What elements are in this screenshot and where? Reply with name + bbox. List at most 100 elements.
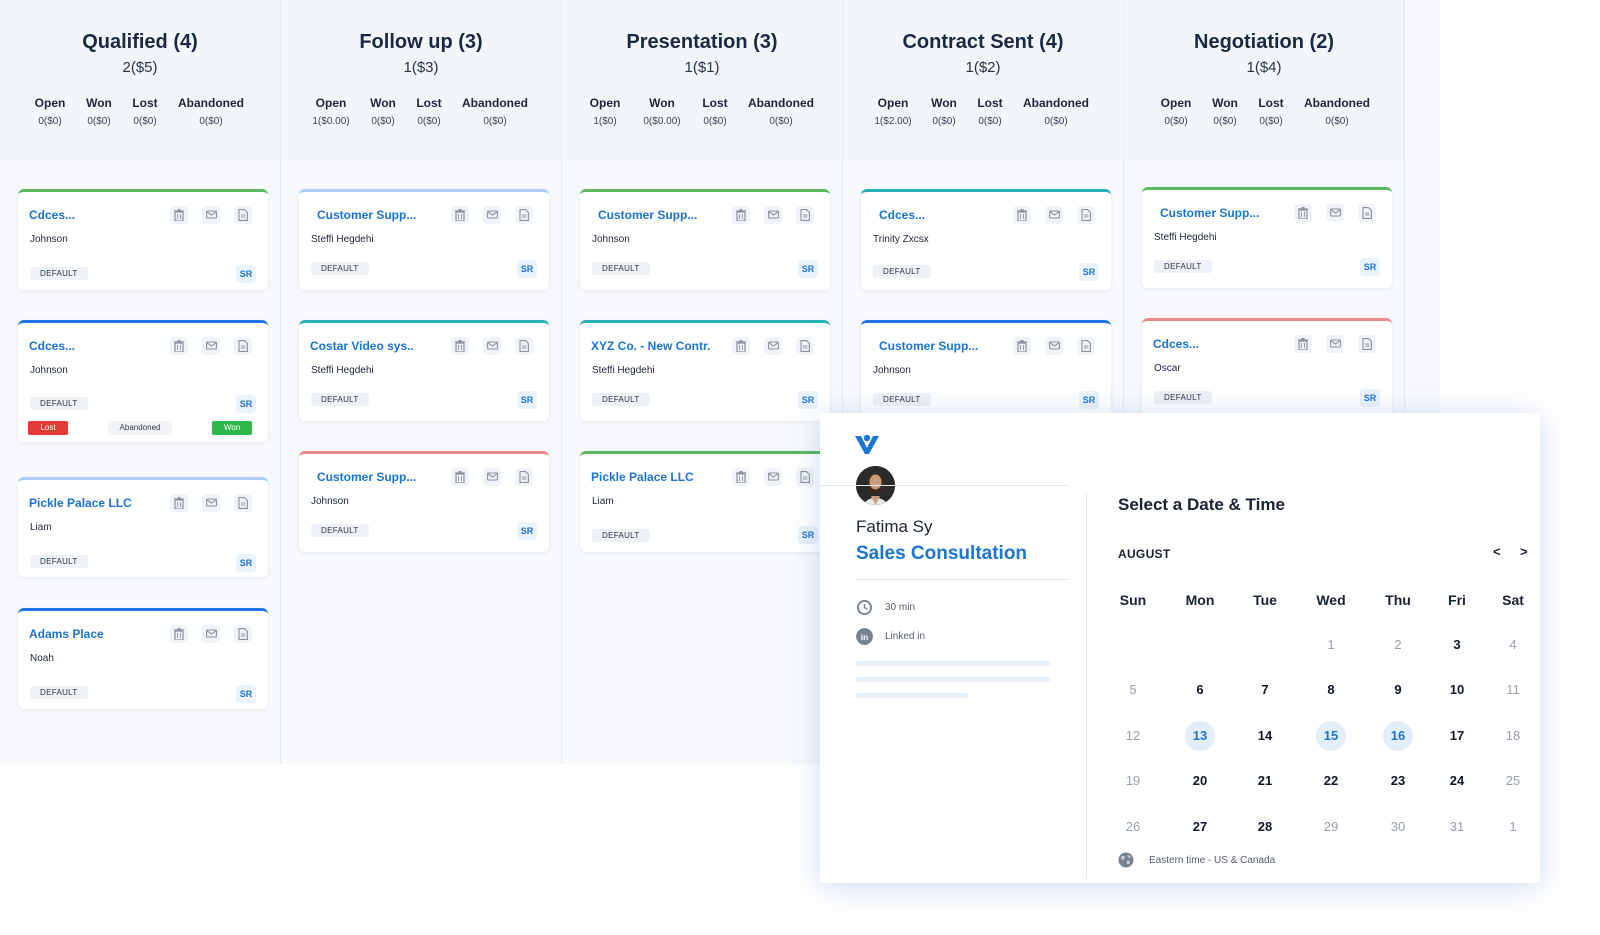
date-highlighted[interactable]: 15: [1316, 721, 1346, 751]
deal-title-link[interactable]: Customer Supp...: [879, 339, 978, 353]
mark-abandoned-button[interactable]: Abandoned: [108, 421, 172, 435]
trash-icon[interactable]: [170, 337, 188, 355]
trash-icon[interactable]: [1294, 204, 1312, 222]
mail-icon[interactable]: [202, 206, 220, 224]
mark-lost-button[interactable]: Lost: [28, 421, 68, 435]
date-cell[interactable]: 10: [1442, 675, 1472, 705]
deal-title-link[interactable]: Pickle Palace LLC: [29, 496, 132, 510]
deal-title-link[interactable]: Adams Place: [29, 627, 104, 641]
date-cell: 30: [1390, 819, 1406, 834]
stat-value: 0($0): [133, 116, 157, 127]
mail-icon[interactable]: [764, 337, 782, 355]
mail-icon[interactable]: [483, 468, 501, 486]
trash-icon[interactable]: [451, 206, 469, 224]
date-cell[interactable]: 6: [1185, 675, 1215, 705]
document-icon[interactable]: [1358, 204, 1376, 222]
deal-title-link[interactable]: Cdces...: [879, 208, 925, 222]
column-title: Contract Sent (4): [902, 31, 1064, 53]
date-cell[interactable]: 24: [1442, 766, 1472, 796]
deal-card[interactable]: Pickle Palace LLC Liam DEFAULT SR: [580, 451, 830, 552]
date-cell[interactable]: 20: [1185, 766, 1215, 796]
deal-card[interactable]: Adams Place Noah DEFAULT SR: [18, 608, 268, 709]
deal-card[interactable]: Cdces... Johnson DEFAULT SR: [18, 189, 268, 290]
deal-title-link[interactable]: Customer Supp...: [317, 208, 416, 222]
deal-card[interactable]: Customer Supp... Steffi Hegdehi DEFAULT SR: [1142, 187, 1392, 288]
deal-title-link[interactable]: Costar Video sys..: [310, 339, 414, 353]
date-cell[interactable]: 8: [1316, 675, 1346, 705]
document-icon[interactable]: [1077, 206, 1095, 224]
trash-icon[interactable]: [1013, 206, 1031, 224]
deal-card[interactable]: Cdces... Oscar DEFAULT SR: [1142, 318, 1392, 418]
mail-icon[interactable]: [1045, 337, 1063, 355]
mail-icon[interactable]: [202, 337, 220, 355]
trash-icon[interactable]: [732, 337, 750, 355]
date-cell[interactable]: 22: [1316, 766, 1346, 796]
deal-title-link[interactable]: XYZ Co. - New Contr.: [591, 339, 710, 353]
deal-card[interactable]: Customer Supp... Johnson DEFAULT SR: [580, 189, 830, 290]
trash-icon[interactable]: [170, 625, 188, 643]
deal-title-link[interactable]: Cdces...: [1153, 337, 1199, 351]
date-cell[interactable]: 27: [1185, 812, 1215, 842]
stat-won: Won 0($0.00): [643, 96, 680, 128]
date-cell[interactable]: 9: [1383, 675, 1413, 705]
prev-month-button[interactable]: <: [1493, 544, 1501, 559]
deal-title-link[interactable]: Customer Supp...: [1160, 206, 1259, 220]
document-icon[interactable]: [515, 206, 533, 224]
date-cell[interactable]: 23: [1383, 766, 1413, 796]
deal-card[interactable]: Pickle Palace LLC Liam DEFAULT SR: [18, 477, 268, 577]
deal-title-link[interactable]: Customer Supp...: [598, 208, 697, 222]
weekday-header: Tue: [1253, 592, 1277, 608]
deal-title-link[interactable]: Customer Supp...: [317, 470, 416, 484]
trash-icon[interactable]: [732, 206, 750, 224]
trash-icon[interactable]: [170, 494, 188, 512]
document-icon[interactable]: [234, 494, 252, 512]
date-cell[interactable]: 3: [1442, 630, 1472, 660]
mail-icon[interactable]: [764, 206, 782, 224]
trash-icon[interactable]: [1013, 337, 1031, 355]
mark-won-button[interactable]: Won: [212, 421, 252, 435]
deal-card[interactable]: Cdces... Trinity Zxcsx DEFAULT SR: [861, 189, 1111, 290]
deal-card[interactable]: Costar Video sys.. Steffi Hegdehi DEFAULT S…: [299, 320, 549, 421]
trash-icon[interactable]: [451, 337, 469, 355]
date-cell[interactable]: 28: [1250, 812, 1280, 842]
date-cell: 11: [1506, 682, 1520, 697]
mail-icon[interactable]: [202, 494, 220, 512]
document-icon[interactable]: [796, 206, 814, 224]
date-cell[interactable]: 17: [1442, 721, 1472, 751]
deal-card[interactable]: XYZ Co. - New Contr. Steffi Hegdehi DEFAUL…: [580, 320, 830, 421]
deal-card[interactable]: Customer Supp... Steffi Hegdehi DEFAULT SR: [299, 189, 549, 290]
date-cell[interactable]: 21: [1250, 766, 1280, 796]
next-month-button[interactable]: >: [1520, 544, 1528, 559]
document-icon[interactable]: [515, 468, 533, 486]
document-icon[interactable]: [234, 206, 252, 224]
document-icon[interactable]: [1077, 337, 1095, 355]
deal-title-link[interactable]: Cdces...: [29, 208, 75, 222]
date-cell[interactable]: 14: [1250, 721, 1280, 751]
trash-icon[interactable]: [451, 468, 469, 486]
deal-title-link[interactable]: Pickle Palace LLC: [591, 470, 694, 484]
document-icon[interactable]: [234, 337, 252, 355]
document-icon[interactable]: [796, 468, 814, 486]
mail-icon[interactable]: [1326, 204, 1344, 222]
document-icon[interactable]: [1358, 335, 1376, 353]
trash-icon[interactable]: [170, 206, 188, 224]
trash-icon[interactable]: [732, 468, 750, 486]
document-icon[interactable]: [234, 625, 252, 643]
date-highlighted[interactable]: 13: [1185, 721, 1215, 751]
date-highlighted[interactable]: 16: [1383, 721, 1413, 751]
deal-card[interactable]: Customer Supp... Johnson DEFAULT SR: [299, 451, 549, 552]
deal-card[interactable]: Customer Supp... Johnson DEFAULT SR: [861, 320, 1111, 420]
mail-icon[interactable]: [483, 206, 501, 224]
deal-card[interactable]: Cdces... Johnson DEFAULT SR Lost Abandoned Won: [18, 320, 268, 442]
deal-title-link[interactable]: Cdces...: [29, 339, 75, 353]
date-cell[interactable]: 7: [1250, 675, 1280, 705]
mail-icon[interactable]: [483, 337, 501, 355]
document-icon[interactable]: [515, 337, 533, 355]
stat-value: 0($0): [1164, 116, 1188, 127]
mail-icon[interactable]: [764, 468, 782, 486]
document-icon[interactable]: [796, 337, 814, 355]
mail-icon[interactable]: [1326, 335, 1344, 353]
mail-icon[interactable]: [1045, 206, 1063, 224]
trash-icon[interactable]: [1294, 335, 1312, 353]
mail-icon[interactable]: [202, 625, 220, 643]
